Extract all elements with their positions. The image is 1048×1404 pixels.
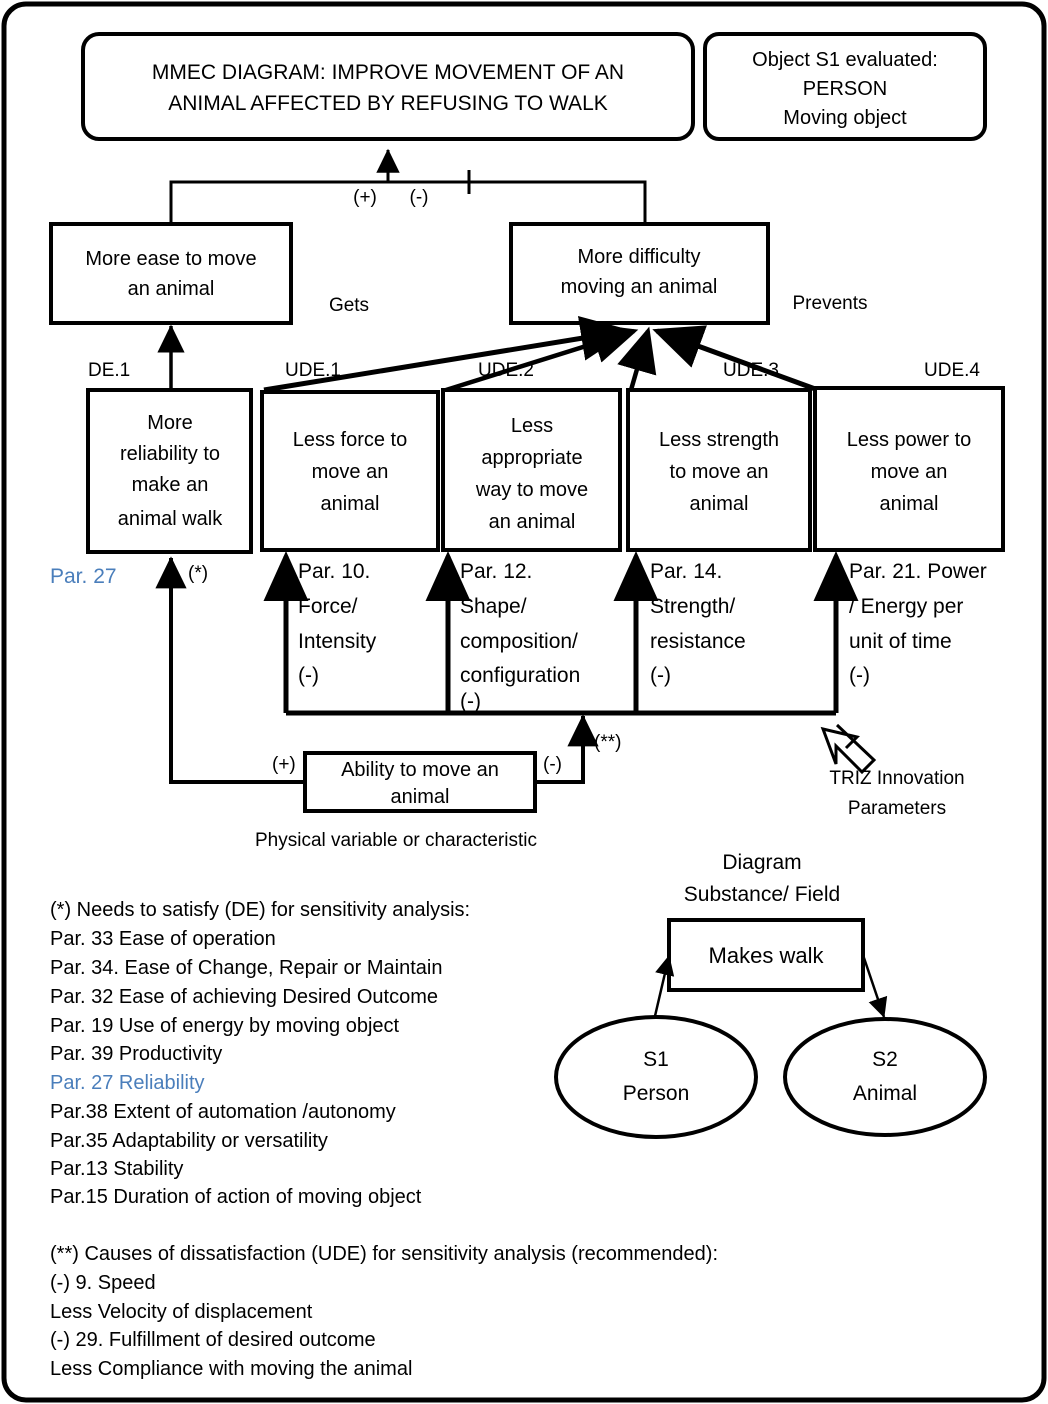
notes-de-heading: (*) Needs to satisfy (DE) for sensitivit… [50, 899, 470, 921]
notes-ude-heading: (**) Causes of dissatisfaction (UDE) for… [50, 1243, 718, 1265]
ude1-line-1: Less force to [293, 429, 408, 451]
sufield-s1-line-1: S1 [643, 1048, 669, 1071]
de1-star-label: (*) [188, 563, 208, 584]
mmec-diagram-canvas: MMEC DIAGRAM: IMPROVE MOVEMENT OF AN ANI… [0, 0, 1048, 1404]
tag-ude2: UDE.2 [478, 360, 534, 381]
more-difficulty-line-1: More difficulty [577, 246, 700, 268]
notes-de-item-1: Par. 34. Ease of Change, Repair or Maint… [50, 957, 442, 979]
tag-ude1: UDE.1 [285, 360, 341, 381]
de1-line-4: animal walk [118, 508, 223, 530]
notes-de-item-9: Par.15 Duration of action of moving obje… [50, 1186, 422, 1208]
branch-connector [169, 180, 647, 224]
sufield-s2-oval [783, 1017, 987, 1137]
notes-ude-item-1: Less Velocity of displacement [50, 1301, 313, 1323]
sufield-s1-oval [554, 1015, 758, 1139]
ude2-line-2: appropriate [481, 447, 582, 469]
branch-plus-label: (+) [353, 187, 377, 208]
ude4-line-2: move an [871, 461, 948, 483]
de1-line-1: More [147, 412, 193, 434]
notes-de-item-6: Par.38 Extent of automation /autonomy [50, 1101, 396, 1123]
notes-ude-item-3: Less Compliance with moving the animal [50, 1358, 412, 1380]
par21-line-2: / Energy per [849, 595, 963, 618]
double-star-label: (**) [594, 732, 621, 753]
more-ease-line-1: More ease to move [85, 248, 256, 270]
prevents-label: Prevents [793, 293, 868, 314]
triz-line-1: TRIZ Innovation [829, 768, 964, 789]
tag-de1: DE.1 [88, 360, 130, 381]
title-line-1: MMEC DIAGRAM: IMPROVE MOVEMENT OF AN [152, 61, 624, 84]
arrow-ude2-to-more-difficulty [445, 323, 639, 393]
sufield-s1-line-2: Person [623, 1082, 690, 1105]
notes-ude-item-2: (-) 29. Fulfillment of desired outcome [50, 1329, 376, 1351]
de1-line-2: reliability to [120, 443, 220, 465]
object-line-1: Object S1 evaluated: [752, 49, 938, 71]
par21-line-1: Par. 21. Power [849, 560, 987, 583]
notes-de-item-7: Par.35 Adaptability or versatility [50, 1130, 328, 1152]
object-line-3: Moving object [783, 107, 907, 129]
ability-caption: Physical variable or characteristic [255, 830, 537, 851]
par14-line-2: Strength/ [650, 595, 735, 618]
par12-line-2: Shape/ [460, 595, 527, 618]
title-box [81, 32, 695, 141]
more-ease-line-2: an animal [128, 278, 215, 300]
par10-line-3: Intensity [298, 630, 377, 653]
arrow-ude3-to-more-difficulty [617, 326, 657, 391]
ude4-line-3: animal [880, 493, 939, 515]
sufield-field-label: Makes walk [709, 943, 825, 968]
sufield-s2-line-1: S2 [872, 1048, 898, 1071]
par10-line-2: Force/ [298, 595, 358, 618]
notes-de-item-3: Par. 19 Use of energy by moving object [50, 1015, 400, 1037]
effect-box-more-ease [49, 222, 293, 325]
ude3-line-1: Less strength [659, 429, 779, 451]
object-line-2: PERSON [803, 78, 887, 100]
ability-minus-label: (-) [543, 754, 562, 775]
ude3-line-2: to move an [670, 461, 769, 483]
par21-line-3: unit of time [849, 630, 952, 653]
tag-ude4: UDE.4 [924, 360, 980, 381]
ude2-line-1: Less [511, 415, 553, 437]
notes-de-item-0: Par. 33 Ease of operation [50, 928, 276, 950]
par10-line-1: Par. 10. [298, 560, 370, 583]
ability-line-2: animal [391, 786, 450, 808]
branch-minus-label: (-) [410, 187, 429, 208]
par14-line-4: (-) [650, 664, 671, 687]
triz-line-2: Parameters [848, 798, 946, 819]
ude2-line-3: way to move [475, 479, 588, 501]
notes-de-item-5: Par. 27 Reliability [50, 1072, 205, 1094]
sufield-s2-line-2: Animal [853, 1082, 917, 1105]
ude4-line-1: Less power to [847, 429, 972, 451]
effect-box-more-difficulty [509, 222, 770, 325]
ude2-line-4: an animal [489, 511, 576, 533]
notes-de-item-4: Par. 39 Productivity [50, 1043, 222, 1065]
notes-de-item-8: Par.13 Stability [50, 1158, 183, 1180]
tag-ude3: UDE.3 [723, 360, 779, 381]
par14-line-1: Par. 14. [650, 560, 722, 583]
par21-line-4: (-) [849, 664, 870, 687]
ude1-line-3: animal [321, 493, 380, 515]
sufield-title-line-1: Diagram [722, 851, 801, 874]
arrow-s1-to-field [653, 955, 675, 1017]
notes-de-item-2: Par. 32 Ease of achieving Desired Outcom… [50, 986, 438, 1008]
par12-line-4: configuration [460, 664, 580, 687]
par12-line-5: (-) [460, 690, 481, 713]
par10-line-4: (-) [298, 664, 319, 687]
de1-line-3: make an [132, 474, 209, 496]
par14-line-3: resistance [650, 630, 746, 653]
notes-ude-item-0: (-) 9. Speed [50, 1272, 156, 1294]
ude3-line-3: animal [690, 493, 749, 515]
par12-line-3: composition/ [460, 630, 578, 653]
more-difficulty-line-2: moving an animal [561, 276, 718, 298]
title-line-2: ANIMAL AFFECTED BY REFUSING TO WALK [168, 92, 608, 115]
up-left-block-arrow-icon [820, 723, 877, 775]
ability-line-1: Ability to move an [341, 759, 499, 781]
ude1-line-2: move an [312, 461, 389, 483]
par27-blue-label: Par. 27 [50, 565, 117, 588]
sufield-title-line-2: Substance/ Field [684, 883, 840, 906]
arrow-field-to-s2 [861, 954, 888, 1018]
par12-line-1: Par. 12. [460, 560, 532, 583]
ability-plus-label: (+) [272, 754, 296, 775]
gets-label: Gets [329, 295, 369, 316]
